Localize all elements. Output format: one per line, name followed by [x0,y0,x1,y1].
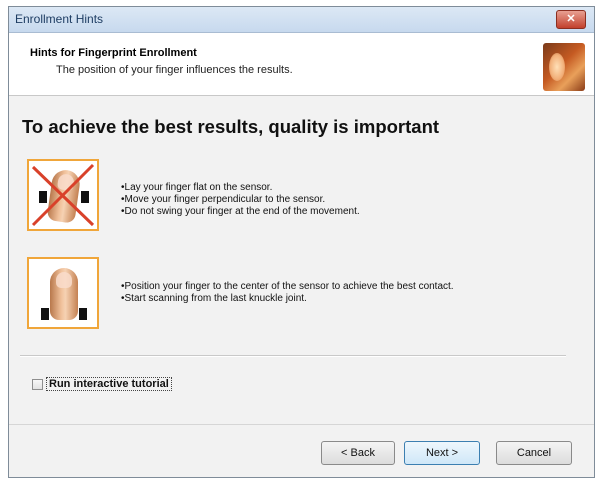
fingerprint-wizard-icon [543,43,585,91]
sensor-left-marker [41,308,49,320]
footer-separator [9,424,594,425]
hint-line: •Move your finger perpendicular to the s… [121,194,326,205]
title-bar: Enrollment Hints ✕ [9,7,594,33]
correct-finger-placement-image [27,257,99,329]
run-tutorial-label[interactable]: Run interactive tutorial [46,377,172,391]
checkbox-box[interactable] [32,378,43,390]
enrollment-hints-dialog: Enrollment Hints ✕ Hints for Fingerprint… [8,6,595,478]
cross-icon [31,163,95,227]
cancel-button[interactable]: Cancel [496,441,572,465]
run-tutorial-checkbox[interactable]: Run interactive tutorial [32,377,172,391]
hint-line: •Start scanning from the last knuckle jo… [121,293,307,304]
content-separator [20,355,566,357]
page-heading: To achieve the best results, quality is … [22,116,440,137]
header-subtitle: The position of your finger influences t… [56,64,293,76]
hint-line: •Position your finger to the center of t… [121,281,454,292]
sensor-right-marker [79,308,87,320]
hint-line: •Lay your finger flat on the sensor. [121,182,273,193]
correct-placement-hints: •Position your finger to the center of t… [121,281,454,305]
header-title: Hints for Fingerprint Enrollment [30,47,197,59]
incorrect-placement-hints: •Lay your finger flat on the sensor. •Mo… [121,182,360,218]
next-button[interactable]: Next > [404,441,480,465]
back-button[interactable]: < Back [321,441,395,465]
hint-line: •Do not swing your finger at the end of … [121,206,360,217]
dialog-header: Hints for Fingerprint Enrollment The pos… [9,33,594,96]
window-title: Enrollment Hints [15,12,104,26]
incorrect-finger-placement-image [27,159,99,231]
finger-image [50,268,78,320]
close-button[interactable]: ✕ [556,10,586,29]
